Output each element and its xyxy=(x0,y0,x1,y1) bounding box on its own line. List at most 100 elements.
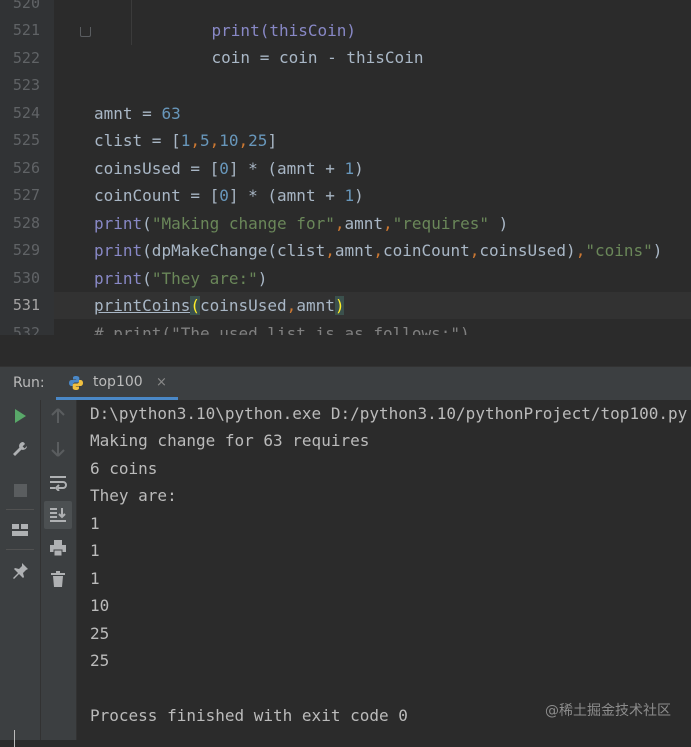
print-icon[interactable] xyxy=(45,535,71,561)
tab-top100[interactable]: top100 × xyxy=(56,367,178,400)
code-token: coinsUsed xyxy=(199,296,287,315)
down-arrow-icon[interactable] xyxy=(45,436,71,462)
run-toolbar-secondary xyxy=(41,400,77,740)
console-line: 1 xyxy=(90,541,100,560)
up-arrow-icon[interactable] xyxy=(45,403,71,429)
console-line: Process finished with exit code 0 xyxy=(90,706,408,725)
console-output[interactable]: D:\python3.10\python.exe D:/python3.10/p… xyxy=(77,400,691,740)
code-token: "Making change for" xyxy=(151,214,335,233)
code-token: ) xyxy=(488,214,509,233)
wrench-icon[interactable] xyxy=(7,436,33,462)
code-line-525[interactable]: clist = [1,5,10,25] xyxy=(94,127,277,154)
code-token: , xyxy=(373,241,384,260)
code-token: 1 xyxy=(344,159,355,178)
console-line: 10 xyxy=(90,596,110,615)
code-token: ( xyxy=(142,214,152,233)
line-number: 524 xyxy=(12,104,40,122)
fold-strip xyxy=(54,0,86,335)
code-line-526[interactable]: coinsUsed = [0] * (amnt + 1) xyxy=(94,155,364,182)
toolbar-divider xyxy=(6,509,34,510)
code-token: "requires" xyxy=(392,214,489,233)
code-line-529[interactable]: print(dpMakeChange(clist,amnt,coinCount,… xyxy=(94,237,662,264)
code-token: coinCount xyxy=(383,241,470,260)
console-line: D:\python3.10\python.exe D:/python3.10/p… xyxy=(90,404,688,423)
line-number: 532 xyxy=(12,324,40,335)
line-number: 525 xyxy=(12,131,40,149)
code-token: 0 xyxy=(219,186,229,205)
code-token: "They are:" xyxy=(151,269,258,288)
code-token: ) xyxy=(354,159,364,178)
code-token: , xyxy=(325,241,335,260)
code-token: 10 xyxy=(219,131,239,150)
code-token: amnt xyxy=(334,241,374,260)
code-token: print xyxy=(94,269,143,288)
code-line-524[interactable]: amnt = 63 xyxy=(94,100,181,127)
code-token: clist = [ xyxy=(94,131,181,150)
stop-icon[interactable] xyxy=(7,477,33,503)
run-icon[interactable] xyxy=(7,403,33,429)
line-number: 521 xyxy=(12,21,40,39)
code-token: ( xyxy=(142,269,152,288)
console-line: 6 coins xyxy=(90,459,158,478)
code-line-527[interactable]: coinCount = [0] * (amnt + 1) xyxy=(94,182,364,209)
code-token: printCoins xyxy=(94,296,191,315)
console-line: They are: xyxy=(90,486,177,505)
code-token: , xyxy=(238,131,249,150)
code-token: 0 xyxy=(219,159,229,178)
code-line-532[interactable]: # print("The used list is as follows:") xyxy=(94,320,470,335)
line-number-current: 531 xyxy=(12,296,40,314)
code-token: , xyxy=(469,241,480,260)
line-number: 528 xyxy=(12,214,40,232)
console-line: Making change for 63 requires xyxy=(90,431,370,450)
code-token: ) xyxy=(354,186,364,205)
code-token: 5 xyxy=(199,131,210,150)
code-token: ] xyxy=(267,131,278,150)
code-token: ] * (amnt + xyxy=(228,186,345,205)
code-token: 63 xyxy=(161,104,181,123)
toolbar-divider xyxy=(6,549,34,550)
code-token: , xyxy=(190,131,200,150)
run-title: Run: xyxy=(13,375,45,391)
code-token: print xyxy=(94,241,143,260)
console-line: 25 xyxy=(90,651,110,670)
pin-icon[interactable] xyxy=(7,558,33,584)
close-icon[interactable]: × xyxy=(156,367,167,398)
console-line: 1 xyxy=(90,514,100,533)
code-token: coinCount = [ xyxy=(94,186,220,205)
code-token: , xyxy=(286,296,297,315)
code-token: 1 xyxy=(344,186,355,205)
code-token: , xyxy=(209,131,220,150)
code-token: ( xyxy=(190,296,200,315)
stop-square xyxy=(13,483,27,497)
code-line-520[interactable]: print(thisCoin) xyxy=(173,0,357,40)
fold-end-marker[interactable] xyxy=(80,27,91,37)
code-token: , xyxy=(575,241,586,260)
code-token: 25 xyxy=(248,131,268,150)
code-token: , xyxy=(383,214,393,233)
code-token: ) xyxy=(334,296,345,315)
code-editor[interactable]: 520 521 522 523 524 525 526 527 528 529 … xyxy=(0,0,691,335)
layout-icon[interactable] xyxy=(7,517,33,543)
code-token: coinsUsed) xyxy=(479,241,576,260)
code-line-521[interactable]: coin = coin - thisCoin xyxy=(173,17,424,67)
console-line: 25 xyxy=(90,624,110,643)
code-token: amnt xyxy=(344,214,384,233)
code-token: ] * (amnt + xyxy=(228,159,345,178)
text-cursor xyxy=(14,730,15,747)
run-toolbar-primary xyxy=(0,400,41,740)
soft-wrap-icon[interactable] xyxy=(45,470,71,496)
code-token: coin = coin - thisCoin xyxy=(211,48,424,67)
run-tool-window-header: Run: top100 × xyxy=(0,366,691,401)
line-number: 522 xyxy=(12,49,40,67)
scroll-to-end-icon[interactable] xyxy=(44,501,72,529)
code-token: ) xyxy=(257,269,268,288)
code-line-530[interactable]: print("They are:") xyxy=(94,265,267,292)
code-token: amnt = xyxy=(94,104,162,123)
code-line-528[interactable]: print("Making change for",amnt,"requires… xyxy=(94,210,508,237)
line-number: 526 xyxy=(12,159,40,177)
code-token: (dpMakeChange(clist xyxy=(142,241,326,260)
line-number: 520 xyxy=(12,0,40,12)
code-line-531[interactable]: printCoins(coinsUsed,amnt) xyxy=(94,292,345,319)
trash-icon[interactable] xyxy=(45,566,71,592)
watermark: @稀土掘金技术社区 xyxy=(545,703,671,719)
